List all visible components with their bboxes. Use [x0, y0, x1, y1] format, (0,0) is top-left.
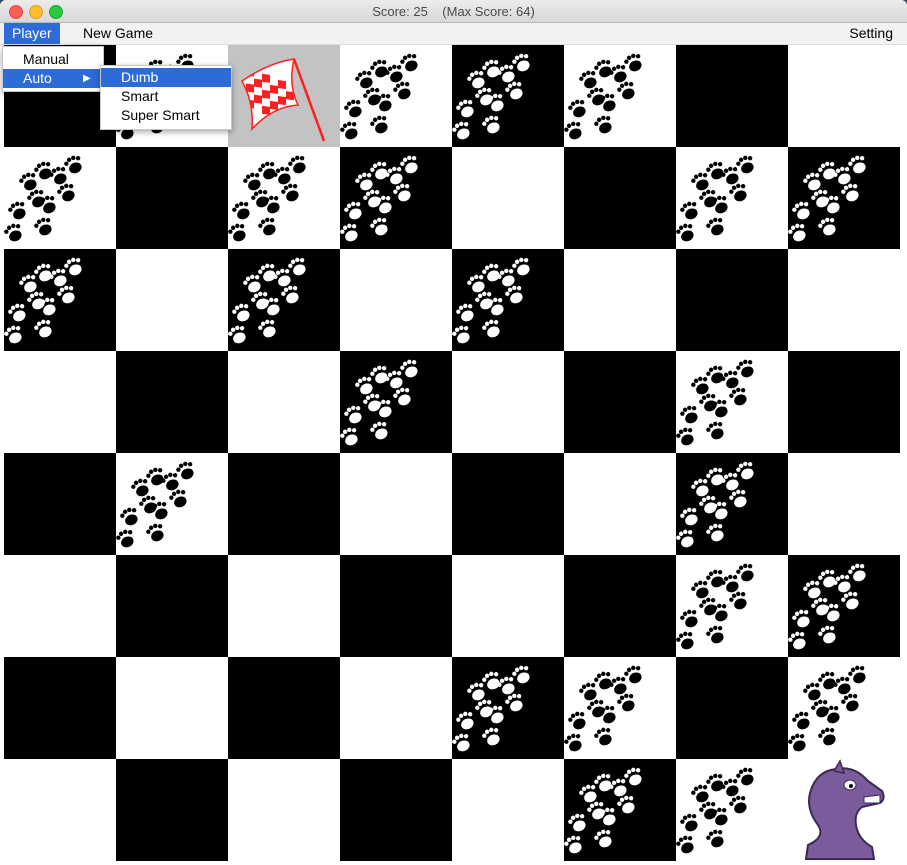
menu-item-manual[interactable]: Manual [3, 50, 103, 69]
window-title: Score: 25 (Max Score: 64) [372, 4, 535, 19]
board-cell[interactable] [340, 351, 452, 453]
menu-item-auto[interactable]: Auto ▶ [3, 69, 103, 88]
board-cell[interactable] [676, 147, 788, 249]
board-cell[interactable] [340, 555, 452, 657]
board-cell[interactable] [452, 657, 564, 759]
board-cell[interactable] [788, 249, 900, 351]
board-cell[interactable] [788, 555, 900, 657]
board-cell[interactable] [452, 351, 564, 453]
board-cell[interactable] [340, 147, 452, 249]
board-cell[interactable] [452, 759, 564, 861]
board-cell[interactable] [676, 351, 788, 453]
board-cell[interactable] [564, 351, 676, 453]
board-cell[interactable] [564, 657, 676, 759]
board-cell[interactable] [4, 453, 116, 555]
board-cell[interactable] [116, 759, 228, 861]
submenu-item-super-smart[interactable]: Super Smart [101, 106, 231, 125]
board-cell[interactable] [340, 453, 452, 555]
board-cell[interactable] [116, 453, 228, 555]
auto-submenu: Dumb Smart Super Smart [100, 65, 232, 130]
menu-new-game[interactable]: New Game [75, 23, 161, 44]
board-cell[interactable] [228, 147, 340, 249]
board-cell[interactable] [4, 147, 116, 249]
board-cell[interactable] [228, 45, 340, 147]
board-cell[interactable] [452, 147, 564, 249]
board-cell[interactable] [228, 555, 340, 657]
submenu-item-dumb[interactable]: Dumb [101, 68, 231, 87]
submenu-item-smart[interactable]: Smart [101, 87, 231, 106]
board-cell[interactable] [4, 249, 116, 351]
title-bar: Score: 25 (Max Score: 64) [0, 0, 907, 23]
board-cell[interactable] [340, 657, 452, 759]
board-cell[interactable] [788, 759, 900, 861]
board-cell[interactable] [564, 249, 676, 351]
menu-player[interactable]: Player [4, 23, 60, 44]
board-cell[interactable] [340, 759, 452, 861]
board-cell[interactable] [4, 351, 116, 453]
board-cell[interactable] [4, 657, 116, 759]
player-menu-dropdown: Manual Auto ▶ [2, 46, 104, 92]
board-cell[interactable] [116, 555, 228, 657]
board-cell[interactable] [676, 249, 788, 351]
board-cell[interactable] [788, 657, 900, 759]
board-cell[interactable] [564, 759, 676, 861]
board-cell[interactable] [340, 45, 452, 147]
board-cell[interactable] [228, 759, 340, 861]
board-cell[interactable] [788, 147, 900, 249]
game-board [4, 45, 900, 861]
board-cell[interactable] [116, 249, 228, 351]
board-cell[interactable] [228, 249, 340, 351]
board-cell[interactable] [116, 147, 228, 249]
board-cell[interactable] [564, 147, 676, 249]
game-window: Score: 25 (Max Score: 64) Player New Gam… [0, 0, 907, 865]
board-cell[interactable] [676, 45, 788, 147]
board-cell[interactable] [228, 657, 340, 759]
board-cell[interactable] [228, 453, 340, 555]
board-cell[interactable] [788, 45, 900, 147]
board-cell[interactable] [340, 249, 452, 351]
board-cell[interactable] [676, 759, 788, 861]
submenu-arrow-icon: ▶ [83, 73, 91, 84]
board-cell[interactable] [228, 351, 340, 453]
board-cell[interactable] [788, 453, 900, 555]
board-cell[interactable] [452, 249, 564, 351]
board-cell[interactable] [676, 453, 788, 555]
menu-bar: Player New Game Setting [0, 23, 907, 45]
board-cell[interactable] [676, 555, 788, 657]
board-cell[interactable] [564, 555, 676, 657]
board-cell[interactable] [116, 657, 228, 759]
board-cell[interactable] [452, 45, 564, 147]
board-cell[interactable] [116, 351, 228, 453]
board-cell[interactable] [676, 657, 788, 759]
board-cell[interactable] [788, 351, 900, 453]
board-cell[interactable] [452, 555, 564, 657]
board-cell[interactable] [564, 45, 676, 147]
board-cell[interactable] [4, 555, 116, 657]
board-cell[interactable] [4, 759, 116, 861]
board-cell[interactable] [564, 453, 676, 555]
menu-setting[interactable]: Setting [841, 23, 901, 44]
board-cell[interactable] [452, 453, 564, 555]
